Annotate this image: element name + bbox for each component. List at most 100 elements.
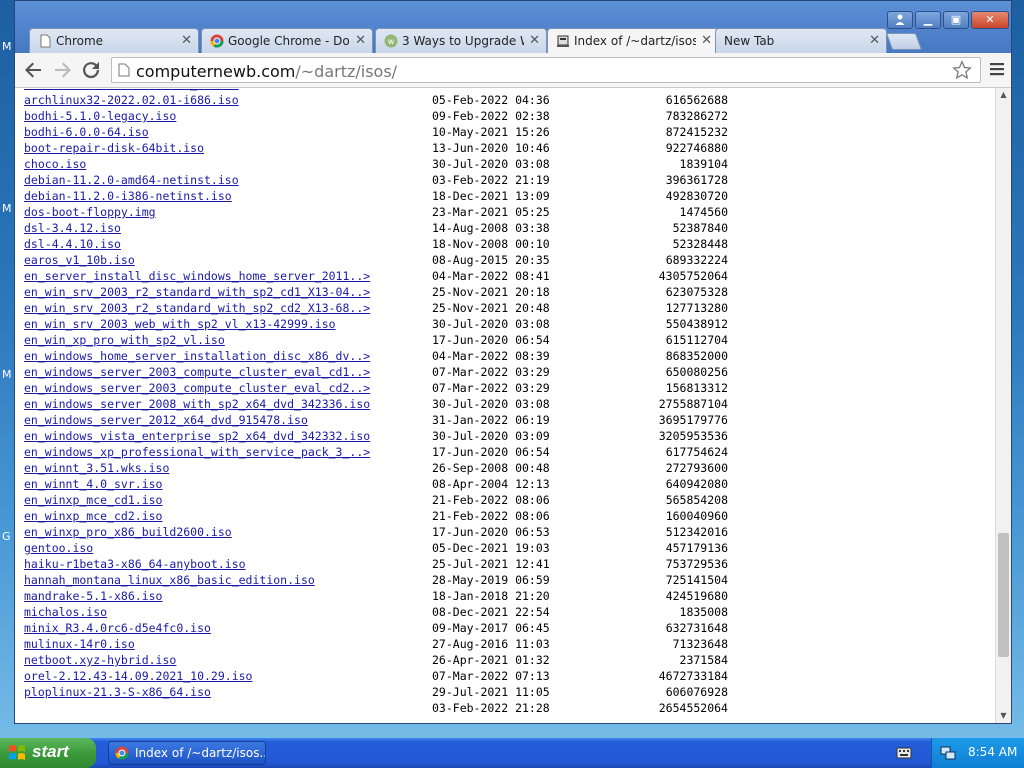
tab-label: Google Chrome - Downlo [228,34,350,48]
file-link[interactable]: en_win_srv_2003_r2_standard_with_sp2_cd2… [24,300,370,316]
file-size: 689332224 [665,253,728,267]
file-link[interactable]: debian-11.2.0-i386-netinst.iso [24,188,232,204]
user-icon [895,14,905,25]
file-link[interactable]: michalos.iso [24,604,107,620]
file-link[interactable]: en_winnt_3.51.wks.iso [24,460,169,476]
file-link[interactable]: archlinux32-2022.02.01-i686.iso [24,92,239,108]
reload-icon[interactable] [79,58,103,82]
tab-chrome[interactable]: Chrome ✕ [29,28,199,53]
user-profile-button[interactable] [887,11,913,29]
file-link[interactable]: en_server_install_disc_windows_home_serv… [24,268,370,284]
modified-date: 17-Jun-2020 06:54 [432,333,550,347]
wikihow-icon: w [384,34,398,48]
file-link[interactable]: en_windows_server_2003_compute_cluster_e… [24,380,370,396]
file-link[interactable]: choco.iso [24,156,86,172]
file-link[interactable]: en_windows_server_2003_compute_cluster_e… [24,364,370,380]
file-size: 457179136 [665,541,728,555]
close-window-button[interactable]: ✕ [971,11,1009,29]
file-link[interactable]: en_windows_server_2008_with_sp2_x64_dvd_… [24,396,370,412]
modified-date: 30-Jul-2020 03:09 [432,429,550,443]
modified-date: 08-Aug-2015 20:35 [432,253,550,267]
close-tab-icon[interactable]: ✕ [181,33,192,48]
address-bar[interactable]: computernewb.com/~dartz/isos/ [111,57,981,83]
file-link[interactable]: en_windows_xp_professional_with_service_… [24,444,370,460]
chrome-logo-icon [115,746,129,760]
modified-date: 26-Sep-2008 00:48 [432,461,550,475]
modified-date: 27-Aug-2016 11:03 [432,637,550,651]
keyboard-icon[interactable] [896,746,912,760]
file-link[interactable]: netboot.xyz-hybrid.iso [24,652,176,668]
file-link[interactable]: mandrake-5.1-x86.iso [24,588,162,604]
file-link[interactable]: en_win_srv_2003_web_with_sp2_vl_x13-4299… [24,316,336,332]
scroll-down-icon[interactable]: ▼ [996,709,1011,723]
minimize-button[interactable]: ▁ [915,11,941,29]
file-link[interactable]: ploplinux-21.3-S-x86_64.iso [24,684,211,700]
tab-new-tab[interactable]: New Tab ✕ [715,28,887,53]
url-text[interactable]: computernewb.com/~dartz/isos/ [136,62,397,81]
file-size: 872415232 [665,125,728,139]
network-icon[interactable] [940,745,956,761]
file-link[interactable]: bodhi-5.1.0-legacy.iso [24,108,176,124]
file-size: 632731648 [665,621,728,635]
file-link[interactable]: hannah_montana_linux_x86_basic_edition.i… [24,572,315,588]
file-link[interactable]: en_windows_vista_enterprise_sp2_x64_dvd_… [24,428,370,444]
windows-logo-icon [9,745,25,760]
bookmark-star-icon[interactable] [952,60,972,80]
taskbar-item-chrome[interactable]: Index of /~dartz/isos... [108,741,266,765]
chrome-window: Chrome ✕ Google Chrome - Downlo ✕ w 3 Wa… [14,0,1012,724]
file-link[interactable]: bodhi-6.0.0-64.iso [24,124,149,140]
file-link[interactable]: en_windows_server_2012_x64_dvd_915478.is… [24,412,308,428]
file-link[interactable]: haiku-r1beta3-x86_64-anyboot.iso [24,556,246,572]
chrome-logo-icon [210,34,224,48]
file-link[interactable]: earos_v1_10b.iso [24,252,135,268]
svg-text:w: w [388,37,395,46]
start-label: start [32,742,69,761]
file-link[interactable]: dos-boot-floppy.img [24,204,156,220]
file-link[interactable]: en_win_srv_2003_r2_standard_with_sp2_cd1… [24,284,370,300]
tab-label: Index of /~dartz/isos/ [574,34,696,48]
modified-date: 23-Mar-2021 05:25 [432,205,550,219]
close-tab-icon[interactable]: ✕ [529,33,540,48]
file-link[interactable]: boot-repair-disk-64bit.iso [24,140,204,156]
file-size: 550438912 [665,317,728,331]
file-size: 127713280 [665,301,728,315]
file-link[interactable]: en_windows_home_server_installation_disc… [24,348,370,364]
maximize-button[interactable]: ▣ [943,11,969,29]
scroll-thumb[interactable] [998,533,1009,657]
file-link[interactable]: en_win_xp_pro_with_sp2_vl.iso [24,332,225,348]
modified-date: 10-May-2021 15:26 [432,125,550,139]
clock[interactable]: 8:54 AM [968,745,1017,759]
file-size: 922746880 [665,141,728,155]
file-link[interactable]: en_winxp_pro_x86_build2600.iso [24,524,232,540]
file-link[interactable]: dsl-4.4.10.iso [24,236,121,252]
page-content: archlinux-2022.02.01-x86_64.iso03-Feb-20… [15,88,995,723]
file-size: 2755887104 [658,397,728,411]
tab-3-ways-upgrade[interactable]: w 3 Ways to Upgrade Win ✕ [375,28,547,53]
vertical-scrollbar[interactable]: ▲ ▼ [995,88,1011,723]
file-link[interactable]: gentoo.iso [24,540,93,556]
close-tab-icon[interactable]: ✕ [701,33,712,48]
file-link[interactable]: orel-2.12.43-14.09.2021_10.29.iso [24,668,252,684]
close-tab-icon[interactable]: ✕ [869,33,880,48]
file-link[interactable]: en_winxp_mce_cd2.iso [24,508,162,524]
back-icon[interactable] [21,58,45,82]
menu-icon[interactable] [989,61,1005,77]
tab-google-chrome-download[interactable]: Google Chrome - Downlo ✕ [201,28,373,53]
file-link[interactable]: debian-11.2.0-amd64-netinst.iso [24,172,239,188]
modified-date: 21-Feb-2022 08:06 [432,509,550,523]
file-link[interactable]: en_winnt_4.0_svr.iso [24,476,162,492]
file-link[interactable]: minix_R3.4.0rc6-d5e4fc0.iso [24,620,211,636]
modified-date: 07-Mar-2022 03:29 [432,365,550,379]
tab-label: 3 Ways to Upgrade Win [402,34,524,48]
file-link[interactable]: en_winxp_mce_cd1.iso [24,492,162,508]
tab-index-of-isos[interactable]: Index of /~dartz/isos/ ✕ [547,28,719,54]
start-button[interactable]: start [0,738,96,768]
close-tab-icon[interactable]: ✕ [355,33,366,48]
forward-icon[interactable] [51,58,75,82]
file-size: 623075328 [665,285,728,299]
new-tab-button[interactable] [885,33,923,50]
file-link[interactable]: mulinux-14r0.iso [24,636,135,652]
scroll-up-icon[interactable]: ▲ [996,88,1011,102]
file-link[interactable]: dsl-3.4.12.iso [24,220,121,236]
taskbar: start Index of /~dartz/isos... 8:54 AM [0,738,1024,768]
